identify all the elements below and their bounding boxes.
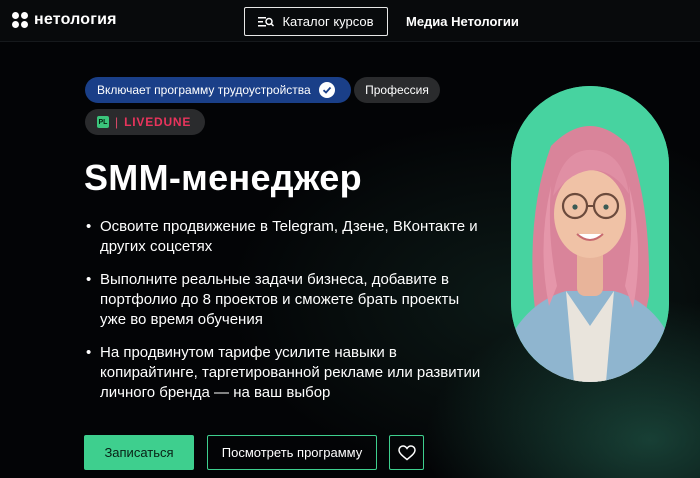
partner-badge: PL | LIVEDUNE [85,109,205,135]
feature-item: На продвинутом тарифе усилите навыки в к… [84,343,484,403]
hero-image [511,86,669,382]
feature-item: Освоите продвижение в Telegram, Дзене, В… [84,217,484,257]
employment-badge: Включает программу трудоустройства [85,77,351,103]
landing-page: нетология Каталог курсов Медиа Нетологии… [0,0,700,478]
logo-icon [12,12,28,28]
hero-portrait [511,86,669,382]
catalog-list-icon [258,16,275,27]
logo-text: нетология [34,11,117,28]
partner-separator: | [115,115,119,129]
logo[interactable]: нетология [12,11,117,29]
feature-list: Освоите продвижение в Telegram, Дзене, В… [84,217,484,416]
catalog-button-label: Каталог курсов [282,14,374,29]
employment-badge-label: Включает программу трудоустройства [97,83,311,97]
view-program-button[interactable]: Посмотреть программу [207,435,377,470]
media-link[interactable]: Медиа Нетологии [406,14,519,29]
partner-logo-icon: PL [97,116,109,128]
page-title: SMM-менеджер [84,157,362,198]
site-header: нетология Каталог курсов Медиа Нетологии [0,0,700,42]
profession-badge: Профессия [354,77,440,103]
enroll-button[interactable]: Записаться [84,435,194,470]
partner-name: LIVEDUNE [124,115,192,129]
catalog-button[interactable]: Каталог курсов [244,7,388,36]
profession-badge-label: Профессия [365,83,429,97]
feature-item: Выполните реальные задачи бизнеса, добав… [84,270,484,330]
favorite-button[interactable] [389,435,424,470]
verified-check-icon [318,82,335,98]
heart-icon [397,444,416,460]
